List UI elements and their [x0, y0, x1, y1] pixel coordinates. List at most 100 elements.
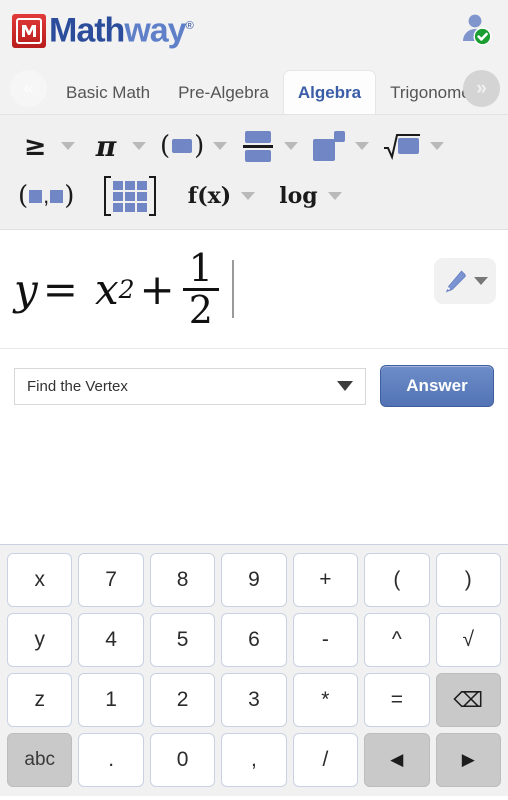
key-close-paren[interactable]: ): [435, 553, 501, 607]
problem-type-row: Find the Vertex Answer: [0, 349, 508, 407]
brand-text-second: way: [124, 11, 186, 50]
chevron-down-icon[interactable]: [284, 142, 299, 150]
ordered-pair-icon: (,): [18, 181, 75, 211]
toolbar-row-1: ≥ π (): [0, 121, 508, 171]
toolbar-square-root-button[interactable]: [379, 129, 448, 163]
tabs-scroll-area: Basic Math Pre-Algebra Algebra Trigonome…: [0, 57, 508, 114]
key-multiply[interactable]: *: [292, 673, 359, 727]
backspace-icon: ⌫: [453, 688, 484, 712]
math-keypad: x 7 8 9 + ( ) y 4 5 6 - ^ √ z 1 2 3 * = …: [0, 544, 508, 796]
toolbar-parentheses-button[interactable]: (): [156, 129, 231, 163]
key-z[interactable]: z: [7, 673, 73, 727]
chevron-down-icon[interactable]: [430, 142, 445, 150]
brand-logo[interactable]: Mathway®: [12, 9, 194, 50]
key-8[interactable]: 8: [149, 553, 216, 607]
pi-icon: π: [95, 129, 117, 163]
logarithm-icon: log: [279, 183, 318, 209]
mathway-m-icon: [12, 13, 46, 48]
app-header: Mathway®: [0, 0, 508, 57]
key-period[interactable]: .: [78, 733, 144, 787]
chevron-down-icon[interactable]: [213, 142, 228, 150]
expression-fraction: 1 2: [182, 245, 219, 330]
key-7[interactable]: 7: [78, 553, 144, 607]
problem-type-select[interactable]: Find the Vertex: [14, 367, 366, 405]
key-y[interactable]: y: [7, 613, 73, 667]
toolbar-logarithm-button[interactable]: log: [273, 179, 346, 213]
key-minus[interactable]: -: [292, 613, 359, 667]
key-0[interactable]: 0: [149, 733, 216, 787]
brand-text-first: Math: [49, 11, 125, 50]
tabs-scroll-left-button[interactable]: «: [10, 70, 47, 107]
tab-basic-math[interactable]: Basic Math: [52, 72, 164, 114]
exponent-icon: [312, 129, 346, 163]
key-arrow-left[interactable]: ◀: [364, 733, 430, 787]
key-comma[interactable]: ,: [221, 733, 287, 787]
expression-base: x: [94, 264, 119, 314]
toolbar-pi-button[interactable]: π: [85, 129, 150, 163]
pencil-icon: [445, 270, 466, 293]
key-9[interactable]: 9: [221, 553, 287, 607]
expression-area[interactable]: y = x 2 + 1 2: [0, 230, 508, 349]
tab-algebra[interactable]: Algebra: [282, 70, 377, 114]
math-expression[interactable]: y = x 2 + 1 2: [14, 230, 234, 348]
key-2[interactable]: 2: [149, 673, 216, 727]
key-abc[interactable]: abc: [7, 733, 73, 787]
key-divide[interactable]: /: [292, 733, 359, 787]
expression-equals: =: [42, 264, 78, 314]
brand-wordmark: Mathway®: [49, 9, 194, 50]
brand-trademark: ®: [185, 20, 194, 33]
key-caret[interactable]: ^: [364, 613, 430, 667]
tab-pre-algebra[interactable]: Pre-Algebra: [164, 72, 283, 114]
key-5[interactable]: 5: [149, 613, 216, 667]
key-6[interactable]: 6: [221, 613, 287, 667]
function-icon: f(x): [187, 183, 232, 209]
keypad-row: abc . 0 , / ◀ ▶: [4, 730, 504, 790]
chevron-down-icon[interactable]: [132, 142, 146, 150]
arrow-left-icon: ◀: [390, 750, 404, 769]
toolbar-inequality-button[interactable]: ≥: [14, 129, 79, 163]
chevron-down-icon[interactable]: [355, 142, 370, 150]
key-1[interactable]: 1: [78, 673, 144, 727]
chevron-down-icon[interactable]: [61, 142, 75, 150]
key-backspace[interactable]: ⌫: [435, 673, 501, 727]
square-root-icon: [383, 129, 421, 163]
toolbar-ordered-pair-button[interactable]: (,): [14, 179, 78, 213]
matrix-icon: [104, 176, 157, 216]
key-sqrt[interactable]: √: [435, 613, 501, 667]
fraction-icon: [241, 129, 275, 163]
text-cursor: [231, 260, 234, 318]
key-4[interactable]: 4: [78, 613, 144, 667]
chevron-double-left-icon: «: [23, 77, 34, 99]
parentheses-icon: (): [160, 131, 205, 161]
toolbar-fraction-button[interactable]: [237, 129, 302, 163]
user-avatar-verified-icon[interactable]: [458, 11, 494, 47]
key-equals[interactable]: =: [364, 673, 430, 727]
toolbar-row-2: (,) f(x) log: [0, 171, 508, 221]
subject-tabbar: « Basic Math Pre-Algebra Algebra Trigono…: [0, 57, 508, 115]
chevron-down-icon: [337, 381, 353, 391]
keypad-row: z 1 2 3 * = ⌫: [4, 670, 504, 730]
keypad-row: x 7 8 9 + ( ): [4, 550, 504, 610]
chevron-down-icon[interactable]: [241, 192, 256, 200]
chevron-down-icon[interactable]: [328, 192, 343, 200]
key-plus[interactable]: +: [292, 553, 359, 607]
toolbar-exponent-button[interactable]: [308, 129, 373, 163]
expression-plus: +: [139, 264, 175, 314]
key-x[interactable]: x: [7, 553, 73, 607]
fraction-numerator: 1: [188, 245, 213, 290]
content-spacer: [0, 407, 508, 544]
key-arrow-right[interactable]: ▶: [435, 733, 501, 787]
tabs-scroll-right-button[interactable]: »: [463, 70, 500, 107]
answer-button[interactable]: Answer: [380, 365, 494, 407]
key-open-paren[interactable]: (: [364, 553, 430, 607]
chevron-down-icon[interactable]: [474, 277, 488, 285]
edit-pencil-button[interactable]: [434, 258, 496, 304]
mathway-app: Mathway® « Basic Math Pre-Algebra Algebr…: [0, 0, 508, 800]
arrow-right-icon: ▶: [461, 750, 475, 769]
toolbar-function-button[interactable]: f(x): [182, 179, 259, 213]
key-3[interactable]: 3: [221, 673, 287, 727]
toolbar-matrix-button[interactable]: [100, 176, 160, 216]
expression-lhs: y: [14, 264, 38, 314]
keypad-row: y 4 5 6 - ^ √: [4, 610, 504, 670]
expression-exponent: 2: [118, 274, 135, 304]
